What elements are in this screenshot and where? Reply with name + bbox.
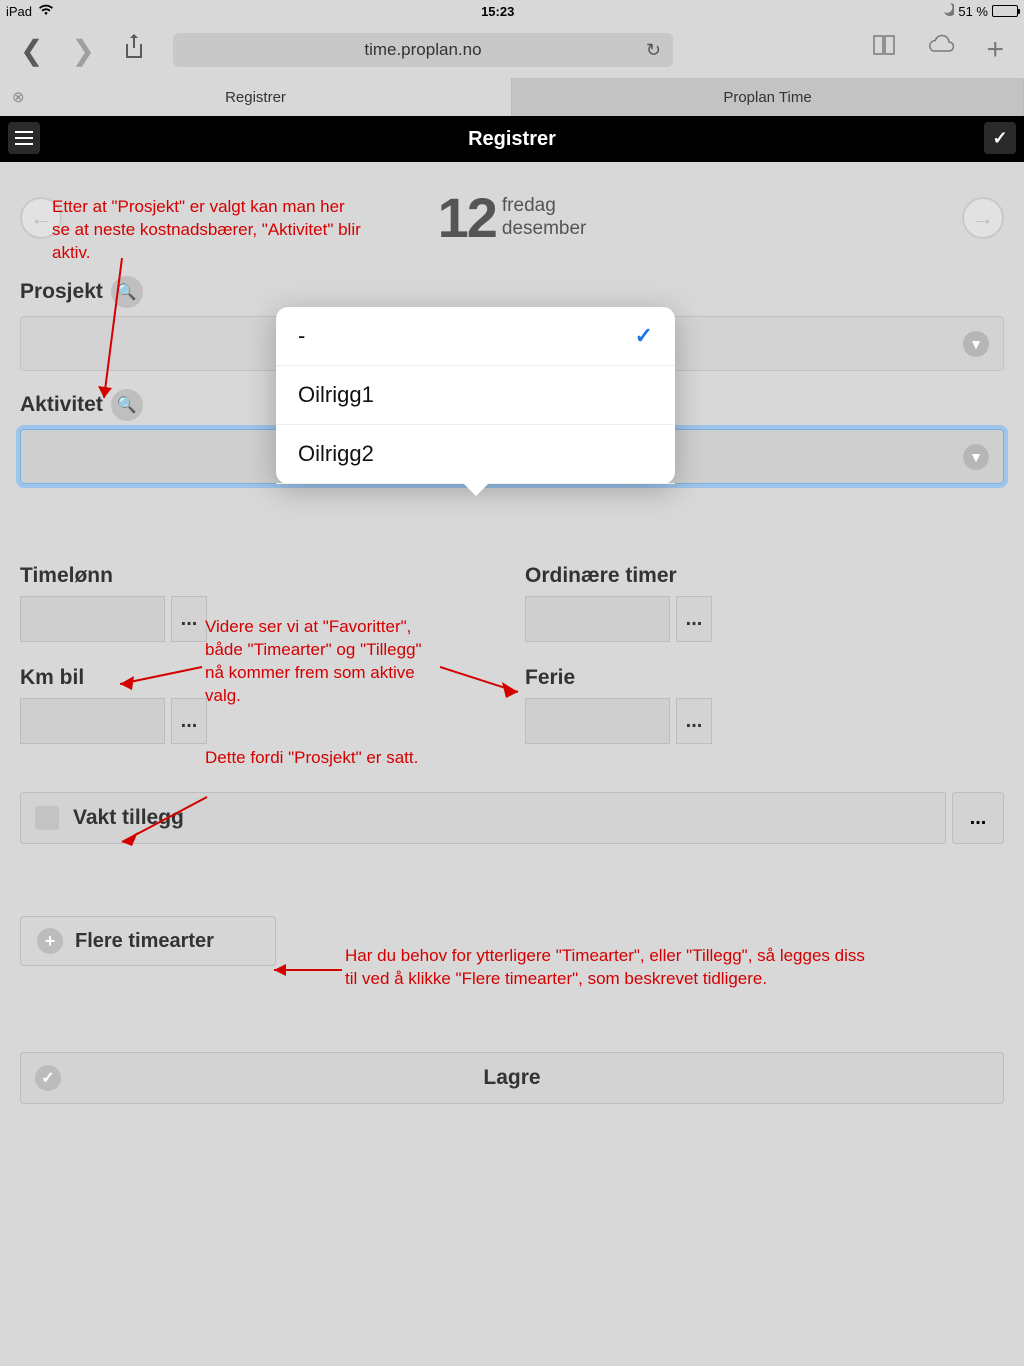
- ios-status-bar: iPad 15:23 51 %: [0, 0, 1024, 22]
- timelonn-more-button[interactable]: ...: [171, 596, 207, 642]
- tab-registrer[interactable]: ⊗ Registrer: [0, 78, 512, 116]
- vakt-checkbox[interactable]: [35, 806, 59, 830]
- app-header: Registrer ✓: [0, 116, 1024, 162]
- tab-label: Registrer: [225, 89, 286, 106]
- option-label: -: [298, 323, 305, 348]
- chevron-down-icon: ▼: [963, 444, 989, 470]
- confirm-button[interactable]: ✓: [984, 122, 1016, 154]
- menu-button[interactable]: [8, 122, 40, 154]
- battery-percent: 51 %: [958, 4, 988, 19]
- date-number: 12: [438, 190, 496, 246]
- ordinaere-input[interactable]: [525, 596, 670, 642]
- ordinaere-more-button[interactable]: ...: [676, 596, 712, 642]
- prosjekt-label: Prosjekt: [20, 280, 103, 304]
- annotation-arrow-icon: [440, 662, 530, 702]
- forward-icon: ❯: [71, 34, 94, 67]
- clock: 15:23: [54, 4, 941, 19]
- add-timearter-button[interactable]: + Flere timearter: [20, 916, 276, 966]
- annotation-text: Dette fordi "Prosjekt" er satt.: [205, 747, 430, 770]
- moon-icon: [941, 3, 954, 19]
- annotation-arrow-icon: [92, 258, 132, 408]
- timelonn-input[interactable]: [20, 596, 165, 642]
- cloud-icon[interactable]: [926, 33, 956, 67]
- check-icon: ✓: [992, 128, 1007, 149]
- check-circle-icon: ✓: [35, 1065, 61, 1091]
- share-icon[interactable]: [123, 33, 145, 68]
- timelonn-label: Timelønn: [20, 564, 499, 588]
- save-button[interactable]: ✓ Lagre: [20, 1052, 1004, 1104]
- wifi-icon: [38, 4, 54, 19]
- reader-icon[interactable]: [872, 33, 896, 67]
- url-bar[interactable]: time.proplan.no ↻: [173, 33, 673, 67]
- aktivitet-popover: - ✓ Oilrigg1 Oilrigg2: [276, 307, 675, 484]
- arrow-right-icon: →: [972, 205, 994, 231]
- url-text: time.proplan.no: [364, 40, 481, 60]
- popover-option[interactable]: Oilrigg2: [276, 425, 675, 484]
- month: desember: [502, 218, 587, 241]
- ferie-input[interactable]: [525, 698, 670, 744]
- more-label: Flere timearter: [75, 930, 214, 953]
- battery-icon: [992, 5, 1018, 17]
- back-icon[interactable]: ❮: [20, 34, 43, 67]
- kmbil-input[interactable]: [20, 698, 165, 744]
- weekday: fredag: [502, 195, 587, 218]
- popover-option[interactable]: Oilrigg1: [276, 366, 675, 425]
- next-day-button[interactable]: →: [962, 197, 1004, 239]
- prosjekt-label-row: Prosjekt 🔍: [20, 276, 1004, 308]
- popover-tail: [462, 482, 490, 496]
- browser-tabs: ⊗ Registrer Proplan Time: [0, 78, 1024, 116]
- annotation-text: Har du behov for ytterligere "Timearter"…: [345, 945, 875, 991]
- tab-label: Proplan Time: [723, 89, 811, 106]
- kmbil-more-button[interactable]: ...: [171, 698, 207, 744]
- content-area: ← 12 fredag desember → Etter at "Prosjek…: [0, 162, 1024, 1104]
- new-tab-icon[interactable]: +: [986, 33, 1004, 67]
- annotation-arrow-icon: [266, 962, 346, 978]
- ferie-more-button[interactable]: ...: [676, 698, 712, 744]
- plus-icon: +: [37, 928, 63, 954]
- option-label: Oilrigg2: [298, 441, 374, 466]
- refresh-icon[interactable]: ↻: [646, 40, 661, 61]
- check-icon: ✓: [635, 323, 653, 349]
- aktivitet-label: Aktivitet: [20, 393, 103, 417]
- safari-toolbar: ❮ ❯ time.proplan.no ↻ +: [0, 22, 1024, 78]
- option-label: Oilrigg1: [298, 382, 374, 407]
- hamburger-icon: [15, 137, 33, 139]
- close-icon[interactable]: ⊗: [12, 88, 25, 106]
- tab-proplan-time[interactable]: Proplan Time: [512, 78, 1024, 116]
- ordinaere-label: Ordinære timer: [525, 564, 1004, 588]
- page-title: Registrer: [468, 128, 556, 151]
- chevron-down-icon: ▼: [963, 331, 989, 357]
- annotation-arrow-icon: [112, 794, 212, 849]
- ferie-label: Ferie: [525, 666, 1004, 690]
- popover-option[interactable]: - ✓: [276, 307, 675, 366]
- annotation-arrow-icon: [112, 662, 207, 694]
- device-label: iPad: [6, 4, 32, 19]
- arrow-left-icon: ←: [30, 205, 52, 231]
- annotation-text: Videre ser vi at "Favoritter", både "Tim…: [205, 616, 430, 708]
- save-label: Lagre: [483, 1066, 540, 1090]
- annotation-text: Etter at "Prosjekt" er valgt kan man her…: [52, 196, 367, 265]
- vakt-more-button[interactable]: ...: [952, 792, 1004, 844]
